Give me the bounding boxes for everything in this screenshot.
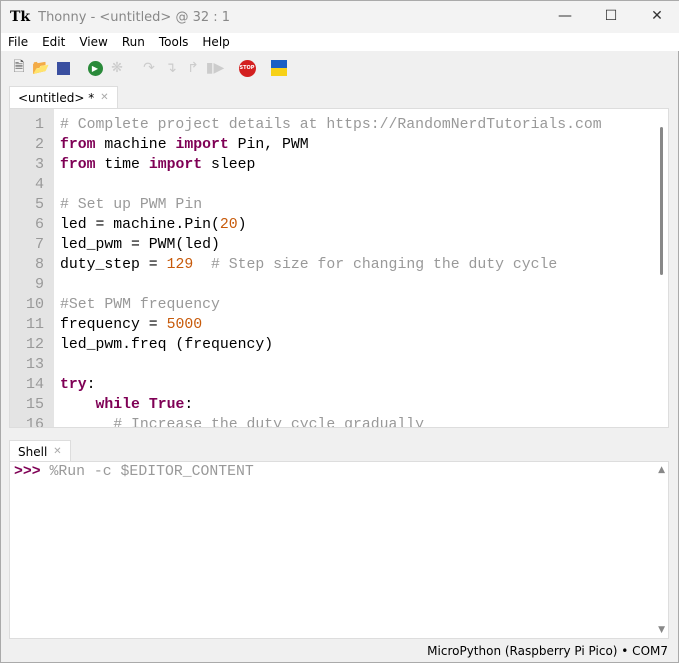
menu-help[interactable]: Help (195, 33, 236, 51)
minimize-button[interactable]: — (542, 1, 588, 31)
toolbar: 🗎 📂 ▶ ❋ ↷ ↴ ↱ ▮▶ STOP (1, 53, 292, 83)
line-code: from time import sleep (60, 157, 256, 173)
code-line: 11 frequency = 5000 (10, 315, 602, 335)
maximize-button[interactable]: ☐ (588, 1, 634, 31)
scroll-down-icon[interactable]: ▼ (658, 625, 665, 635)
open-file-icon[interactable]: 📂 (32, 59, 50, 77)
ukraine-flag-icon[interactable] (270, 59, 288, 77)
line-number: 10 (25, 296, 44, 313)
code-line: 10 #Set PWM frequency (10, 295, 602, 315)
line-code: # Increase the duty cycle gradually (113, 417, 425, 428)
shell-panel[interactable]: >>> %Run -c $EDITOR_CONTENT ▲ ▼ (9, 461, 669, 639)
menu-run[interactable]: Run (115, 33, 152, 51)
menu-view[interactable]: View (72, 33, 114, 51)
line-code: # Set up PWM Pin (60, 197, 203, 213)
menu-tools[interactable]: Tools (152, 33, 196, 51)
editor-scrollbar[interactable] (660, 127, 663, 275)
tab-untitled[interactable]: <untitled> * ✕ (9, 86, 118, 108)
line-number: 1 (34, 116, 44, 133)
code-line: 6 led = machine.Pin(20) (10, 215, 602, 235)
line-code: duty_step = 129 # Step size for changing… (60, 257, 558, 273)
line-number: 11 (25, 316, 44, 333)
menu-edit[interactable]: Edit (35, 33, 72, 51)
line-code: frequency = 5000 (60, 317, 203, 333)
code-line: 2 from machine import Pin, PWM (10, 135, 602, 155)
close-shell-icon[interactable]: ✕ (53, 446, 61, 457)
line-number: 15 (25, 396, 44, 413)
line-code: # Complete project details at https://Ra… (60, 117, 602, 133)
new-file-icon[interactable]: 🗎 (10, 59, 28, 77)
interpreter-status[interactable]: MicroPython (Raspberry Pi Pico) • COM7 (427, 644, 668, 658)
tab-shell[interactable]: Shell ✕ (9, 440, 71, 462)
line-number: 7 (34, 236, 44, 253)
line-number: 9 (34, 276, 44, 293)
line-number: 5 (34, 196, 44, 213)
line-code: from machine import Pin, PWM (60, 137, 309, 153)
save-icon[interactable] (54, 59, 72, 77)
step-over-icon[interactable]: ↷ (140, 59, 158, 77)
code-line: 7 led_pwm = PWM(led) (10, 235, 602, 255)
code-line: 4 (10, 175, 602, 195)
tab-label: Shell (18, 444, 48, 459)
scroll-up-icon[interactable]: ▲ (658, 465, 665, 475)
line-number: 2 (34, 136, 44, 153)
menu-bar: File Edit View Run Tools Help (1, 33, 679, 51)
code-line: 16 # Increase the duty cycle gradually (10, 415, 602, 428)
stop-icon[interactable]: STOP (238, 59, 256, 77)
window-title: Thonny - <untitled> @ 32 : 1 (38, 9, 231, 25)
line-number: 12 (25, 336, 44, 353)
code-line: 15 while True: (10, 395, 602, 415)
run-icon[interactable]: ▶ (86, 59, 104, 77)
code-editor[interactable]: 1 # Complete project details at https://R… (9, 108, 669, 428)
shell-prompt: >>> (14, 464, 41, 480)
step-out-icon[interactable]: ↱ (184, 59, 202, 77)
thonny-logo-icon: Tk (10, 9, 31, 25)
line-code: while True: (95, 397, 194, 413)
line-number: 14 (25, 376, 44, 393)
shell-command: %Run -c $EDITOR_CONTENT (40, 464, 254, 480)
code-line: 9 (10, 275, 602, 295)
line-code: try: (60, 377, 96, 393)
menu-file[interactable]: File (1, 33, 35, 51)
code-line: 3 from time import sleep (10, 155, 602, 175)
title-bar: Tk Thonny - <untitled> @ 32 : 1 — ☐ ✕ (1, 1, 679, 33)
debug-icon[interactable]: ❋ (108, 59, 126, 77)
close-button[interactable]: ✕ (634, 1, 679, 31)
code-line: 13 (10, 355, 602, 375)
line-number: 13 (25, 356, 44, 373)
code-line: 5 # Set up PWM Pin (10, 195, 602, 215)
close-tab-icon[interactable]: ✕ (100, 92, 108, 103)
line-number: 6 (34, 216, 44, 233)
code-line: 8 duty_step = 129 # Step size for changin… (10, 255, 602, 275)
line-code: #Set PWM frequency (60, 297, 220, 313)
code-line: 14 try: (10, 375, 602, 395)
line-code: led_pwm.freq (frequency) (60, 337, 274, 353)
line-number: 8 (34, 256, 44, 273)
code-line: 1 # Complete project details at https://R… (10, 115, 602, 135)
tab-label: <untitled> * (18, 90, 95, 105)
line-number: 3 (34, 156, 44, 173)
resume-icon[interactable]: ▮▶ (206, 59, 224, 77)
step-into-icon[interactable]: ↴ (162, 59, 180, 77)
line-code: led_pwm = PWM(led) (60, 237, 220, 253)
line-number: 16 (25, 416, 44, 428)
code-line: 12 led_pwm.freq (frequency) (10, 335, 602, 355)
line-number: 4 (34, 176, 44, 193)
line-code: led = machine.Pin(20) (60, 217, 247, 233)
